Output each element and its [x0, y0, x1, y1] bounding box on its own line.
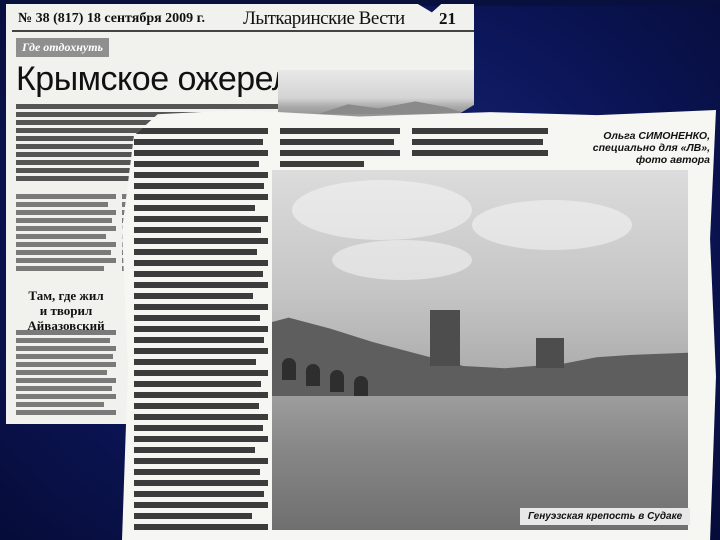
masthead: Лыткаринские Вести [242, 8, 405, 29]
author-byline: Ольга СИМОНЕНКО, специально для «ЛВ», фо… [592, 130, 710, 166]
front-column-1 [134, 128, 268, 535]
front-column-3 [412, 128, 548, 161]
issue-number: № 38 (817) 18 сентября 2009 г. [18, 11, 205, 26]
column-3 [16, 330, 116, 418]
fortress-tower [430, 310, 460, 366]
photo-caption: Генуэзская крепость в Судаке [520, 508, 691, 525]
section-tag: Где отдохнуть [16, 38, 110, 57]
wall-arches [282, 340, 402, 400]
fortress-tower [536, 338, 564, 368]
page-number: 21 [439, 9, 456, 28]
column-1 [16, 194, 116, 274]
subheadline: Там, где жил и творил Айвазовский [27, 288, 105, 333]
front-column-2 [280, 128, 400, 172]
fortress-photo [272, 170, 688, 530]
page-header: № 38 (817) 18 сентября 2009 г. Лыткаринс… [12, 8, 474, 32]
